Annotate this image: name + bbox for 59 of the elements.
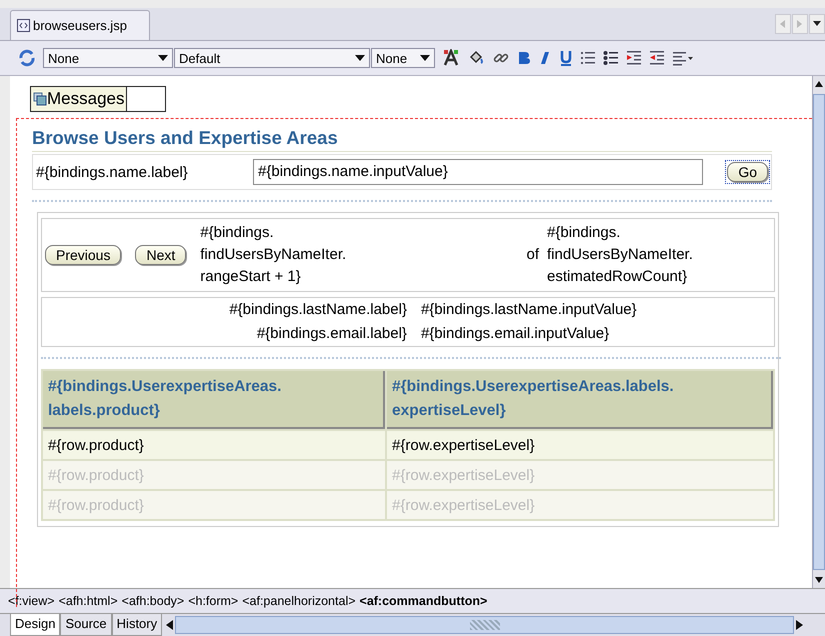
view-tab[interactable]: History: [112, 614, 162, 636]
field-label: #{bindings.lastName.label}: [229, 300, 407, 320]
style-dropdown[interactable]: None: [43, 48, 173, 68]
outdent-icon[interactable]: [649, 49, 665, 67]
range-start-text: #{bindings. findUsersByNameIter. rangeStart + 1}: [200, 223, 346, 287]
breadcrumb-item[interactable]: <af:panelhorizontal>: [242, 594, 356, 608]
table-cell: #{row.product}: [43, 431, 385, 459]
align-dropdown-icon[interactable]: [672, 49, 694, 67]
table-cell: #{row.expertiseLevel}: [387, 461, 773, 489]
column-header[interactable]: #{bindings.UserexpertiseAreas. labels.product}: [43, 371, 385, 429]
tab-list-button[interactable]: [809, 14, 825, 34]
code-file-icon: [17, 19, 30, 32]
left-arrow-icon: [780, 20, 786, 28]
view-tab[interactable]: Source: [60, 614, 112, 636]
column-header[interactable]: #{bindings.UserexpertiseAreas.labels. expertiseLevel}: [387, 371, 773, 429]
file-tab[interactable]: browseusers.jsp: [10, 10, 150, 40]
breadcrumb-item[interactable]: <h:form>: [188, 594, 238, 608]
numbered-list-icon[interactable]: [580, 49, 596, 67]
previous-button[interactable]: Previous: [45, 245, 122, 265]
bullet-list-icon[interactable]: [603, 49, 619, 67]
breadcrumb-item[interactable]: <afh:body>: [122, 594, 184, 608]
style-dropdown[interactable]: Default: [174, 48, 370, 68]
up-arrow-icon: [815, 81, 823, 87]
right-arrow-icon[interactable]: [796, 620, 803, 630]
right-arrow-icon: [797, 20, 803, 28]
field-value: #{bindings.lastName.inputValue}: [420, 300, 637, 320]
breadcrumb-item[interactable]: <af:commandbutton>: [360, 594, 488, 608]
view-tab[interactable]: Design: [10, 614, 60, 636]
table-cell: #{row.product}: [43, 491, 385, 519]
bold-icon[interactable]: [517, 49, 531, 67]
indent-icon[interactable]: [626, 49, 642, 67]
scrollbar-thumb[interactable]: [813, 94, 825, 570]
text-color-icon[interactable]: [442, 49, 460, 67]
breadcrumb-item[interactable]: <f:view>: [8, 594, 55, 608]
go-button[interactable]: Go: [727, 162, 768, 182]
caret-icon: [355, 54, 365, 62]
caret-icon: [813, 21, 821, 27]
style-dropdown[interactable]: None: [371, 48, 435, 68]
field-label: #{bindings.email.label}: [256, 324, 407, 344]
field-value: #{bindings.email.inputValue}: [420, 324, 610, 344]
name-input-field[interactable]: #{bindings.name.inputValue}: [253, 159, 703, 185]
caret-icon: [420, 54, 430, 62]
underline-icon[interactable]: [559, 49, 573, 67]
table-cell: #{row.expertiseLevel}: [387, 491, 773, 519]
caret-icon: [158, 54, 168, 62]
field-label: #{bindings.name.label}: [36, 164, 189, 180]
page-title: Browse Users and Expertise Areas: [32, 127, 772, 152]
messages-component: Messages: [30, 86, 166, 112]
row-count-text: #{bindings. findUsersByNameIter. estimatedRowCount}: [547, 223, 694, 287]
down-arrow-icon: [815, 577, 823, 583]
next-button[interactable]: Next: [135, 245, 186, 265]
italic-icon[interactable]: [538, 49, 552, 67]
breadcrumb-item[interactable]: <afh:html>: [58, 594, 118, 608]
refresh-icon[interactable]: [18, 49, 36, 67]
left-arrow-icon[interactable]: [166, 620, 174, 630]
of-text: of: [526, 245, 539, 265]
table-cell: #{row.product}: [43, 461, 385, 489]
messages-icon: [33, 92, 47, 106]
table-cell: #{row.expertiseLevel}: [387, 431, 773, 459]
